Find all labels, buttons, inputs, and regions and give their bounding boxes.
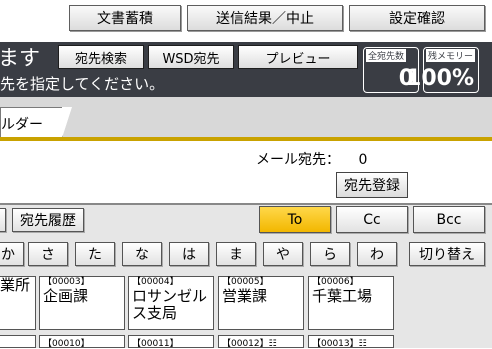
mail-dest-count: メール宛先： 0 [256, 149, 367, 169]
address-card[interactable]: 【00006】 千葉工場 [308, 276, 394, 330]
mail-dest-value: 0 [358, 152, 368, 168]
kana-ta-button[interactable]: た [75, 242, 115, 266]
kana-ra-button[interactable]: ら [310, 242, 350, 266]
kana-ka-button[interactable]: か [0, 242, 24, 266]
partial-button[interactable] [0, 208, 6, 232]
kana-wa-button[interactable]: わ [357, 242, 397, 266]
mail-dest-label: メール宛先： [256, 152, 340, 168]
cc-button[interactable]: Cc [336, 206, 408, 233]
bcc-button[interactable]: Bcc [413, 206, 485, 233]
card-name: 企画課 [43, 287, 89, 305]
memory-label: 残メモリー [426, 49, 476, 62]
switch-button[interactable]: 切り替え [409, 242, 485, 266]
card-name: 営業課 [222, 287, 268, 305]
preview-button[interactable]: プレビュー [238, 45, 358, 69]
kana-ha-button[interactable]: は [169, 242, 209, 266]
card-name: ロサンゼル [132, 287, 208, 305]
tx-result-button[interactable]: 送信結果／中止 [187, 5, 343, 31]
destination-panel [0, 141, 492, 205]
address-card[interactable]: 【00004】 ロサンゼル ス支局 [128, 276, 214, 330]
dest-history-button[interactable]: 宛先履歴 [12, 208, 84, 232]
address-card[interactable]: 【00013】☷ [308, 335, 394, 349]
address-card[interactable]: 業所 [0, 276, 36, 330]
card-name: 千葉工場 [312, 287, 373, 305]
address-card[interactable]: 【00005】 営業課 [218, 276, 304, 330]
tab-strip [0, 97, 492, 137]
to-button[interactable]: To [259, 206, 331, 233]
kana-sa-button[interactable]: さ [28, 242, 68, 266]
memory-counter: 残メモリー 100% [406, 47, 479, 93]
page-title: ます [0, 46, 40, 70]
register-dest-button[interactable]: 宛先登録 [336, 172, 408, 198]
instruction-text: 先を指定してください。 [0, 75, 165, 93]
stored-docs-button[interactable]: 文書蓄積 [69, 5, 181, 31]
settings-check-button[interactable]: 設定確認 [349, 5, 485, 31]
kana-ma-button[interactable]: ま [216, 242, 256, 266]
search-dest-button[interactable]: 宛先検索 [58, 45, 144, 69]
address-card[interactable]: 【00010】 [39, 335, 125, 349]
kana-na-button[interactable]: な [122, 242, 162, 266]
card-name: 業所 [0, 276, 31, 294]
memory-value: 100% [406, 66, 474, 91]
tab-folder[interactable]: ルダー [0, 107, 72, 138]
total-dest-label: 全宛先数 [366, 49, 407, 62]
address-card[interactable]: 【00003】 企画課 [39, 276, 125, 330]
address-card[interactable]: 【00011】 [128, 335, 214, 349]
address-card[interactable] [0, 335, 36, 348]
address-card[interactable]: 【00012】☷ [218, 335, 304, 349]
kana-ya-button[interactable]: や [263, 242, 303, 266]
wsd-dest-button[interactable]: WSD宛先 [148, 45, 234, 69]
card-name-line2: ス支局 [132, 304, 178, 322]
